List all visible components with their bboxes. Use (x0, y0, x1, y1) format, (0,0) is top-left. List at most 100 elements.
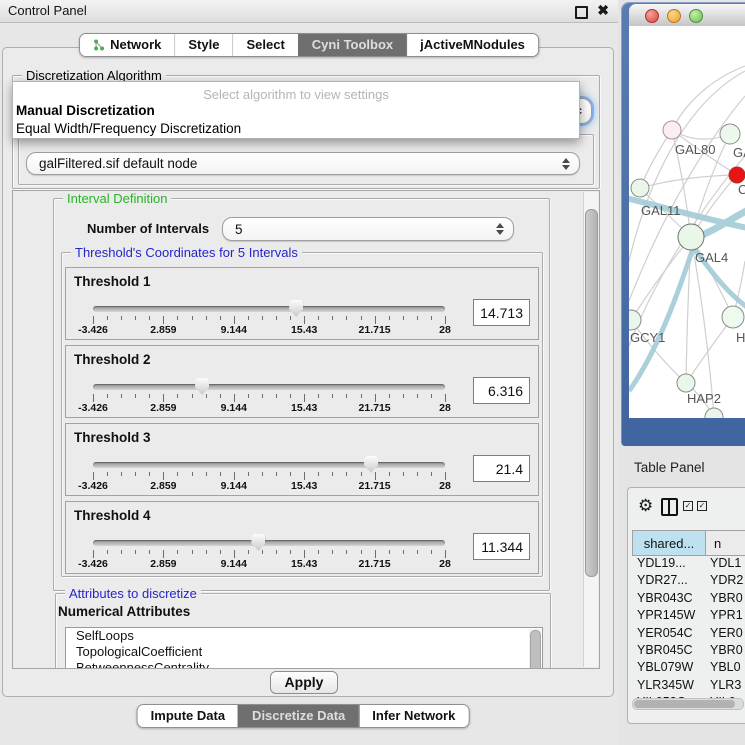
cell-name: YPR1 (706, 608, 745, 625)
cell-shared-name: YER054C (632, 626, 706, 643)
num-intervals-combo[interactable]: 5 (222, 217, 514, 241)
slider-thumb[interactable] (251, 534, 265, 551)
close-icon[interactable]: ✖ (597, 2, 609, 19)
table-row[interactable]: YDR27...YDR2 (632, 573, 745, 590)
tab-style[interactable]: Style (174, 34, 232, 56)
table-row[interactable]: YBR043CYBR0 (632, 591, 745, 608)
attributes-scrollbar[interactable] (529, 629, 541, 669)
network-canvas[interactable]: GAL80GACGAL11GAL4GCY1HHAP2 (629, 26, 745, 418)
tab-infer-network[interactable]: Infer Network (358, 705, 468, 727)
tab-jactivemnodules[interactable]: jActiveMNodules (406, 34, 538, 56)
column-header-name[interactable]: n (706, 530, 745, 556)
network-node-ga[interactable] (720, 124, 740, 144)
cell-shared-name: YBR043C (632, 591, 706, 608)
table-panel-title: Table Panel (634, 460, 705, 475)
tab-label: Impute Data (151, 708, 225, 723)
node-label: GAL80 (675, 142, 715, 157)
table-row[interactable]: YLR345WYLR3 (632, 678, 745, 695)
slider-thumb[interactable] (364, 456, 378, 473)
network-node-gal80[interactable] (663, 121, 681, 139)
threshold-value-field[interactable]: 6.316 (473, 377, 530, 404)
table-data-combo-value: galFiltered.sif default node (39, 153, 197, 174)
attribute-list-item[interactable]: BetweennessCentrality (66, 660, 542, 669)
attribute-list-item[interactable]: TopologicalCoefficient (66, 644, 542, 660)
checkbox-icon[interactable]: ✓ (683, 501, 693, 511)
table-row[interactable]: YDL19...YDL1 (632, 556, 745, 573)
cell-name: YBL0 (706, 660, 745, 677)
node-label: GCY1 (630, 330, 665, 345)
minimize-traffic-light-icon[interactable] (667, 9, 681, 23)
network-node-gcy1[interactable] (629, 310, 641, 330)
panel-title: Control Panel (8, 0, 87, 22)
slider-scale-labels: -3.4262.8599.14415.4321.71528 (93, 558, 445, 570)
popup-prompt: Select algorithm to view settings (13, 87, 579, 102)
popup-option-manual[interactable]: Manual Discretization (13, 102, 579, 120)
cell-name: YBR0 (706, 591, 745, 608)
cell-shared-name: YBL079W (632, 660, 706, 677)
table-toolbar: ⚙ ✓ ✓ (628, 494, 745, 522)
network-node[interactable] (705, 408, 723, 418)
slider-thumb[interactable] (289, 300, 303, 317)
numerical-attributes-list[interactable]: SelfLoopsTopologicalCoefficientBetweenne… (65, 627, 543, 669)
table-row[interactable]: YBL079WYBL0 (632, 660, 745, 677)
columns-icon[interactable] (661, 498, 678, 516)
tab-label: Cyni Toolbox (312, 37, 393, 52)
table-row[interactable]: YER054CYER0 (632, 626, 745, 643)
table-panel: ⚙ ✓ ✓ shared... n YDL19...YDL1YDR27...YD… (627, 487, 745, 724)
bottom-tab-bar: Impute Data Discretize Data Infer Network (137, 704, 470, 728)
threshold-value-field[interactable]: 14.713 (473, 299, 530, 326)
slider-scale-labels: -3.4262.8599.14415.4321.71528 (93, 402, 445, 414)
tab-discretize-data[interactable]: Discretize Data (238, 705, 358, 727)
cell-name: YER0 (706, 626, 745, 643)
gear-icon[interactable]: ⚙ (638, 496, 653, 516)
cell-shared-name: YPR145W (632, 608, 706, 625)
close-traffic-light-icon[interactable] (645, 9, 659, 23)
slider-track[interactable] (93, 462, 445, 468)
slider-track[interactable] (93, 384, 445, 390)
network-node-hap2[interactable] (677, 374, 695, 392)
column-header-shared-name[interactable]: shared... (632, 530, 706, 556)
attribute-list-item[interactable]: SelfLoops (66, 628, 542, 644)
tab-label: Discretize Data (252, 708, 345, 723)
slider-scale-labels: -3.4262.8599.14415.4321.71528 (93, 480, 445, 492)
tab-select[interactable]: Select (232, 34, 297, 56)
apply-button[interactable]: Apply (270, 671, 338, 694)
cell-name: YLR3 (706, 678, 745, 695)
tab-network[interactable]: Network (80, 34, 174, 56)
node-label: H (736, 330, 745, 345)
settings-vertical-scrollbar[interactable] (583, 192, 598, 667)
threshold-value-field[interactable]: 21.4 (473, 455, 530, 482)
threshold-block: Threshold 4-3.4262.8599.14415.4321.71528… (65, 501, 539, 574)
cell-name: YDL1 (706, 556, 745, 573)
table-row[interactable]: YBR045CYBR0 (632, 643, 745, 660)
network-node-gal11[interactable] (631, 179, 649, 197)
popup-option-equal-width[interactable]: Equal Width/Frequency Discretization (13, 120, 579, 138)
threshold-value-field[interactable]: 11.344 (473, 533, 530, 560)
zoom-traffic-light-icon[interactable] (689, 9, 703, 23)
algorithm-dropdown-popup: Select algorithm to view settings Manual… (12, 81, 580, 139)
tab-cyni-toolbox[interactable]: Cyni Toolbox (298, 34, 406, 56)
network-node-h[interactable] (722, 306, 744, 328)
node-label: HAP2 (687, 391, 721, 406)
tab-label: Network (110, 37, 161, 52)
tab-impute-data[interactable]: Impute Data (138, 705, 238, 727)
slider-thumb[interactable] (195, 378, 209, 395)
node-label: GA (733, 145, 745, 160)
network-node-c[interactable] (729, 167, 745, 183)
combo-arrows-icon (496, 223, 504, 235)
checkbox-icon[interactable]: ✓ (697, 501, 707, 511)
float-window-icon[interactable] (575, 6, 588, 19)
num-intervals-value: 5 (235, 218, 243, 240)
table-horizontal-scrollbar[interactable] (632, 698, 744, 710)
network-node-gal4[interactable] (678, 224, 704, 250)
node-label: C (738, 182, 745, 197)
network-window-titlebar[interactable] (629, 4, 745, 27)
node-label: GAL11 (641, 203, 681, 218)
network-graph: GAL80GACGAL11GAL4GCY1HHAP2 (629, 26, 745, 418)
slider-track[interactable] (93, 306, 445, 312)
slider-track[interactable] (93, 540, 445, 546)
table-row[interactable]: YPR145WYPR1 (632, 608, 745, 625)
tab-label: Style (188, 37, 219, 52)
table-data-combo[interactable]: galFiltered.sif default node (26, 152, 580, 175)
control-panel: Control Panel ✖ Network Style Select Cyni T… (0, 0, 618, 745)
